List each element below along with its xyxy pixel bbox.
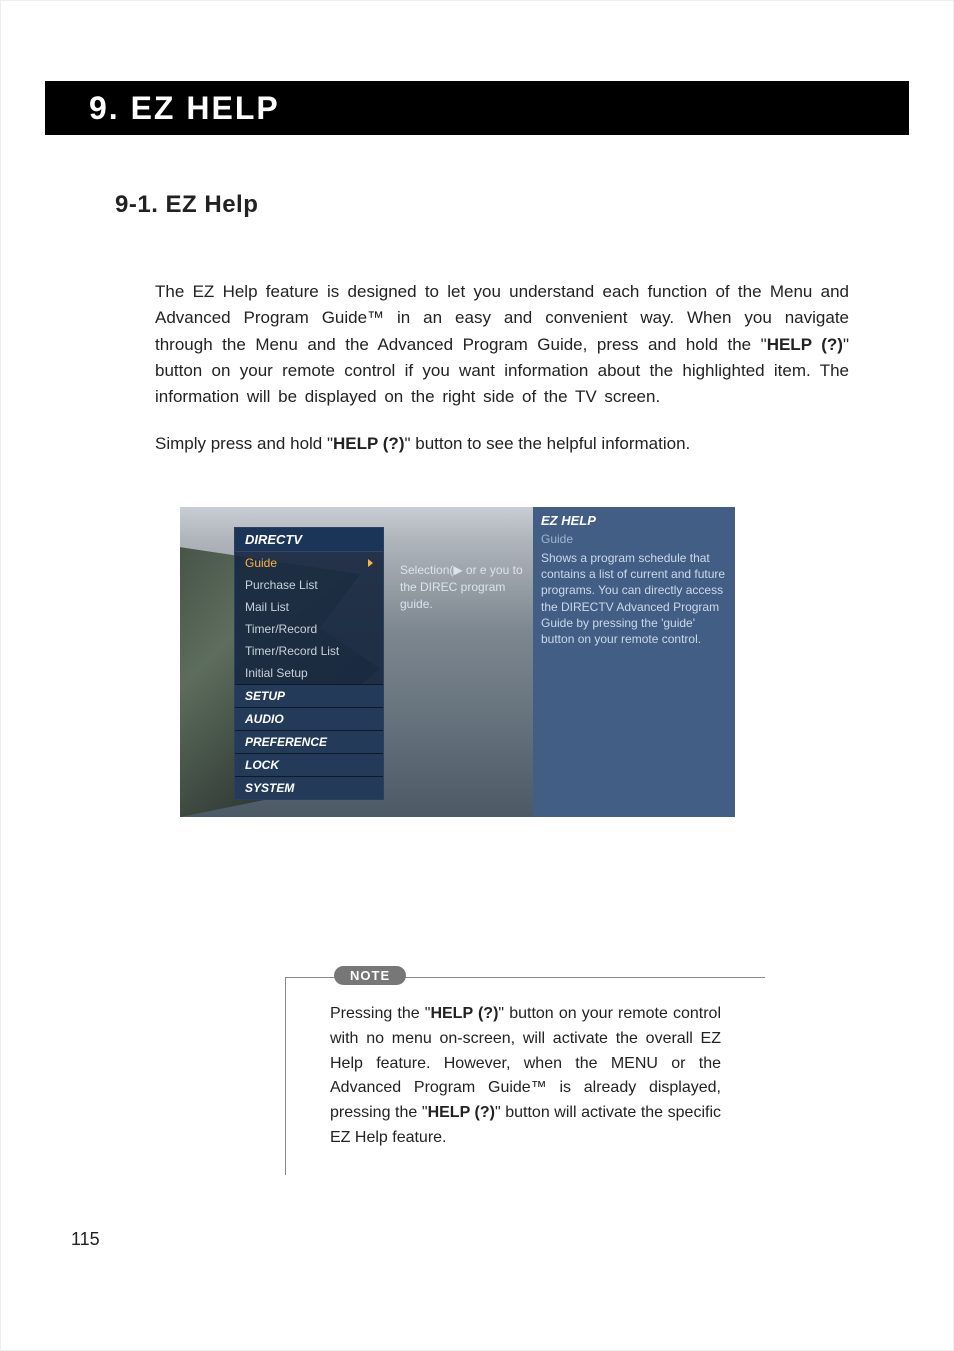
menu-section-preference: PREFERENCE: [235, 730, 383, 753]
p1-help-strong: HELP (?): [767, 335, 843, 354]
p2-a: Simply press and hold ": [155, 434, 333, 453]
chapter-title: 9. EZ HELP: [89, 90, 280, 127]
page-frame: 9. EZ HELP 9-1. EZ Help The EZ Help feat…: [45, 81, 909, 1270]
note-label: NOTE: [334, 966, 406, 985]
page-number: 115: [71, 1229, 100, 1250]
section-heading: 9-1. EZ Help: [115, 191, 909, 219]
menu-item-label: Guide: [245, 556, 277, 570]
paragraph-2: Simply press and hold "HELP (?)" button …: [155, 431, 849, 457]
note-box: NOTE Pressing the "HELP (?)" button on y…: [285, 977, 765, 1175]
menu-item-mail-list: Mail List: [235, 596, 383, 618]
menu-section-lock: LOCK: [235, 753, 383, 776]
menu-item-initial-setup: Initial Setup: [235, 662, 383, 684]
note-text: Pressing the "HELP (?)" button on your r…: [330, 1002, 721, 1151]
ezhelp-subtitle: Guide: [541, 532, 727, 546]
menu-title: DIRECTV: [235, 528, 383, 552]
chapter-bar: 9. EZ HELP: [45, 81, 909, 135]
arrow-right-icon: [368, 559, 373, 567]
menu-item-timer-record: Timer/Record: [235, 618, 383, 640]
note-b-strong: HELP (?): [430, 1005, 498, 1022]
p2-c: " button to see the helpful information.: [404, 434, 690, 453]
note-a: Pressing the ": [330, 1005, 430, 1022]
menu-item-guide: Guide: [235, 552, 383, 574]
hint-text: Selection(▶ or e you to the DIREC progra…: [400, 562, 535, 612]
ezhelp-title: EZ HELP: [541, 513, 727, 528]
ezhelp-panel: EZ HELP Guide Shows a program schedule t…: [533, 507, 735, 817]
directv-menu: DIRECTV Guide Purchase List Mail List Ti…: [234, 527, 384, 800]
tv-screenshot: DIRECTV Guide Purchase List Mail List Ti…: [180, 507, 735, 817]
menu-item-purchase-list: Purchase List: [235, 574, 383, 596]
p1-a: The EZ Help feature is designed to let y…: [155, 282, 849, 354]
menu-item-timer-record-list: Timer/Record List: [235, 640, 383, 662]
menu-section-system: SYSTEM: [235, 776, 383, 799]
menu-section-audio: AUDIO: [235, 707, 383, 730]
ezhelp-body: Shows a program schedule that contains a…: [541, 550, 727, 647]
menu-section-setup: SETUP: [235, 684, 383, 707]
paragraph-1: The EZ Help feature is designed to let y…: [155, 279, 849, 411]
p2-help-strong: HELP (?): [333, 434, 404, 453]
body-text: The EZ Help feature is designed to let y…: [155, 279, 849, 457]
note-d-strong: HELP (?): [428, 1104, 495, 1121]
